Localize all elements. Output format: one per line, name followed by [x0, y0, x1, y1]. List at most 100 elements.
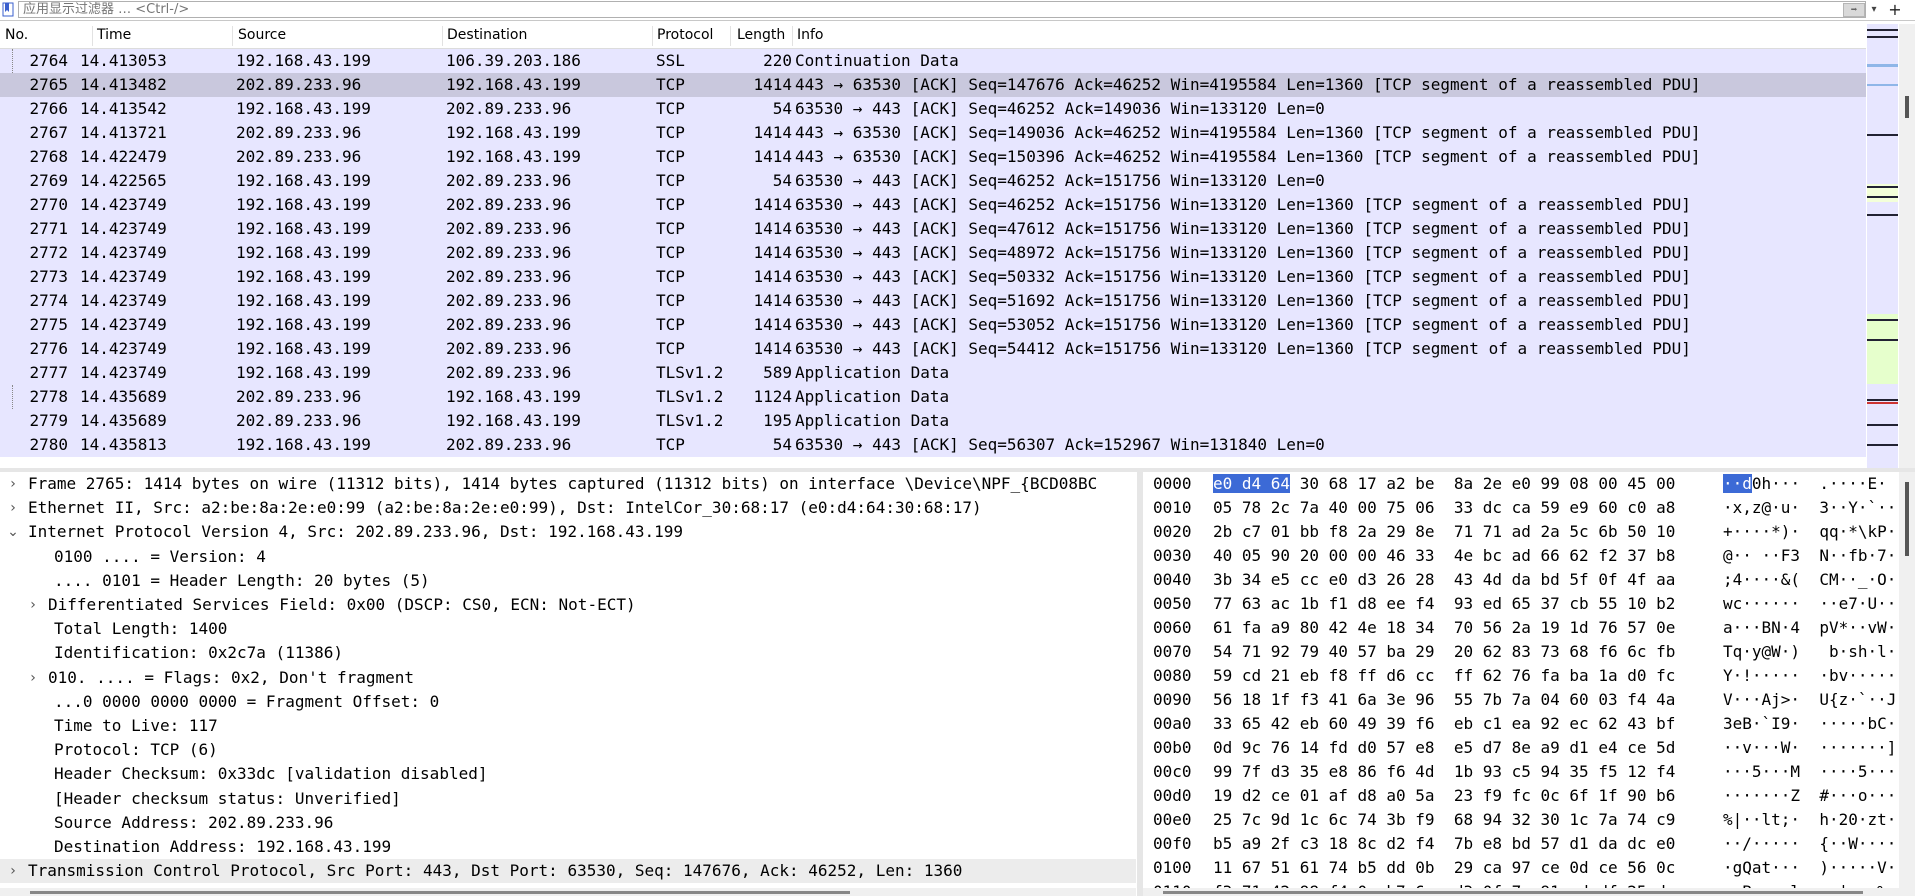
- bookmark-icon[interactable]: [2, 2, 14, 17]
- detail-tree-item[interactable]: ⌄ Internet Protocol Version 4, Src: 202.8…: [0, 520, 1136, 544]
- packet-source: 202.89.233.96: [236, 387, 362, 406]
- detail-tree-item[interactable]: Time to Live: 117: [0, 714, 1136, 738]
- column-header-source[interactable]: Source: [238, 27, 286, 43]
- scrollbar-thumb[interactable]: [1905, 96, 1909, 118]
- bytes-row[interactable]: 0040 3b 34 e5 cc e0 d3 26 28 43 4d da bd …: [1143, 568, 1899, 592]
- packet-row[interactable]: 2770 14.423749 192.168.43.199 202.89.233.96…: [0, 193, 1866, 217]
- detail-tree-label: Ethernet II, Src: a2:be:8a:2e:e0:99 (a2:…: [28, 498, 982, 518]
- bytes-row[interactable]: 00f0 b5 a9 2f c3 18 8c d2 f4 7b e8 bd 57 …: [1143, 832, 1899, 856]
- packet-row[interactable]: 2776 14.423749 192.168.43.199 202.89.233.96…: [0, 337, 1866, 361]
- packet-row[interactable]: 2771 14.423749 192.168.43.199 202.89.233.96…: [0, 217, 1866, 241]
- expanded-arrow-icon[interactable]: ⌄: [6, 520, 20, 544]
- bytes-row[interactable]: 0010 05 78 2c 7a 40 00 75 06 33 dc ca 59 …: [1143, 496, 1899, 520]
- packet-no: 2778: [29, 387, 68, 406]
- detail-tree-item[interactable]: 0100 .... = Version: 4: [0, 545, 1136, 569]
- detail-tree-item[interactable]: › Transmission Control Protocol, Src Port…: [0, 859, 1136, 884]
- bytes-row[interactable]: 0060 61 fa a9 80 42 4e 18 34 70 56 2a 19 …: [1143, 616, 1899, 640]
- detail-tree-label: Total Length: 1400: [54, 619, 228, 639]
- packet-row[interactable]: 2766 14.413542 192.168.43.199 202.89.233.96…: [0, 97, 1866, 121]
- collapsed-arrow-icon[interactable]: ›: [6, 472, 20, 496]
- bytes-row[interactable]: 00e0 25 7c 9d 1c 6c 74 3b f9 68 94 32 30 …: [1143, 808, 1899, 832]
- column-header-protocol[interactable]: Protocol: [657, 27, 713, 43]
- packet-row[interactable]: 2769 14.422565 192.168.43.199 202.89.233.96…: [0, 169, 1866, 193]
- collapsed-arrow-icon[interactable]: ›: [26, 593, 40, 617]
- packet-row[interactable]: 2768 14.422479 202.89.233.96 192.168.43.199…: [0, 145, 1866, 169]
- packet-row[interactable]: 2764 14.413053 192.168.43.199 106.39.203.18…: [0, 49, 1866, 73]
- byte-hex: 40 05 90 20 00 00 46 33 4e bc ad 66 62 f…: [1213, 546, 1676, 565]
- column-header-destination[interactable]: Destination: [447, 27, 527, 43]
- packet-info: 443 → 63530 [ACK] Seq=150396 Ack=46252 W…: [795, 147, 1701, 166]
- detail-tree-item[interactable]: Destination Address: 192.168.43.199: [0, 835, 1136, 859]
- packet-info: 63530 → 443 [ACK] Seq=46252 Ack=151756 W…: [795, 195, 1691, 214]
- packet-row[interactable]: 2778 14.435689 202.89.233.96 192.168.43.199…: [0, 385, 1866, 409]
- byte-offset: 0070: [1153, 642, 1192, 661]
- detail-tree-item[interactable]: ...0 0000 0000 0000 = Fragment Offset: 0: [0, 690, 1136, 714]
- packet-minimap[interactable]: [1867, 24, 1898, 468]
- packet-row[interactable]: 2773 14.423749 192.168.43.199 202.89.233.96…: [0, 265, 1866, 289]
- column-header-length[interactable]: Length: [737, 27, 785, 43]
- bytes-row[interactable]: 0030 40 05 90 20 00 00 46 33 4e bc ad 66 …: [1143, 544, 1899, 568]
- packet-info: Application Data: [795, 363, 950, 382]
- detail-tree-item[interactable]: › Ethernet II, Src: a2:be:8a:2e:e0:99 (a2…: [0, 496, 1136, 520]
- packet-source: 192.168.43.199: [236, 219, 371, 238]
- bytes-row[interactable]: 0050 77 63 ac 1b f1 d8 ee f4 93 ed 65 37 …: [1143, 592, 1899, 616]
- detail-tree-item[interactable]: Header Checksum: 0x33dc [validation disa…: [0, 762, 1136, 786]
- column-header-info[interactable]: Info: [797, 27, 824, 43]
- bytes-row[interactable]: 00b0 0d 9c 76 14 fd d0 57 e8 e5 d7 8e a9 …: [1143, 736, 1899, 760]
- packet-info: 63530 → 443 [ACK] Seq=50332 Ack=151756 W…: [795, 267, 1691, 286]
- detail-tree-item[interactable]: › 010. .... = Flags: 0x2, Don't fragment: [0, 666, 1136, 690]
- bytes-row[interactable]: 00c0 99 7f d3 35 e8 86 f6 4d 1b 93 c5 94 …: [1143, 760, 1899, 784]
- packet-row[interactable]: 2780 14.435813 192.168.43.199 202.89.233.96…: [0, 433, 1866, 457]
- packet-time: 14.435813: [80, 435, 167, 454]
- detail-tree-item[interactable]: Source Address: 202.89.233.96: [0, 811, 1136, 835]
- bytes-scrollbar[interactable]: [1899, 472, 1915, 896]
- packet-row[interactable]: 2772 14.423749 192.168.43.199 202.89.233.96…: [0, 241, 1866, 265]
- column-header-no[interactable]: No.: [5, 27, 28, 43]
- packet-source: 202.89.233.96: [236, 147, 362, 166]
- details-hscrollbar[interactable]: [0, 888, 1136, 896]
- detail-tree-item[interactable]: .... 0101 = Header Length: 20 bytes (5): [0, 569, 1136, 593]
- scrollbar-thumb[interactable]: [1163, 891, 1863, 894]
- display-filter-input[interactable]: [18, 1, 1866, 18]
- packet-row[interactable]: 2767 14.413721 202.89.233.96 192.168.43.199…: [0, 121, 1866, 145]
- packet-row[interactable]: 2779 14.435689 202.89.233.96 192.168.43.199…: [0, 409, 1866, 433]
- bytes-row[interactable]: 00d0 19 d2 ce 01 af d8 a0 5a 23 f9 fc 0c …: [1143, 784, 1899, 808]
- byte-hex: 0d 9c 76 14 fd d0 57 e8 e5 d7 8e a9 d1 e…: [1213, 738, 1676, 757]
- scrollbar-thumb[interactable]: [1905, 482, 1909, 556]
- byte-offset: 0060: [1153, 618, 1192, 637]
- collapsed-arrow-icon[interactable]: ›: [6, 859, 20, 883]
- packet-list-scrollbar[interactable]: [1899, 24, 1915, 468]
- packet-source: 192.168.43.199: [236, 195, 371, 214]
- collapsed-arrow-icon[interactable]: ›: [26, 666, 40, 690]
- bytes-row[interactable]: 0020 2b c7 01 bb f8 2a 29 8e 71 71 ad 2a …: [1143, 520, 1899, 544]
- detail-tree-item[interactable]: Identification: 0x2c7a (11386): [0, 641, 1136, 665]
- bytes-row[interactable]: 0080 59 cd 21 eb f8 ff d6 cc ff 62 76 fa …: [1143, 664, 1899, 688]
- byte-offset: 00b0: [1153, 738, 1192, 757]
- packet-no: 2769: [29, 171, 68, 190]
- byte-offset: 0080: [1153, 666, 1192, 685]
- bytes-hscrollbar[interactable]: [1143, 888, 1899, 896]
- packet-source: 192.168.43.199: [236, 315, 371, 334]
- apply-filter-button[interactable]: ➡: [1843, 3, 1865, 17]
- detail-tree-item[interactable]: Total Length: 1400: [0, 617, 1136, 641]
- filter-dropdown-button[interactable]: ▾: [1867, 1, 1881, 18]
- packet-length: 220: [763, 51, 792, 70]
- detail-tree-item[interactable]: › Frame 2765: 1414 bytes on wire (11312 b…: [0, 472, 1136, 496]
- bytes-row[interactable]: 0070 54 71 92 79 40 57 ba 29 20 62 83 73 …: [1143, 640, 1899, 664]
- detail-tree-item[interactable]: › Differentiated Services Field: 0x00 (DS…: [0, 593, 1136, 617]
- column-header-time[interactable]: Time: [97, 27, 131, 43]
- bytes-row[interactable]: 0000 e0 d4 64 30 68 17 a2 be 8a 2e e0 99 …: [1143, 472, 1899, 496]
- bytes-row[interactable]: 0100 11 67 51 61 74 b5 dd 0b 29 ca 97 ce …: [1143, 856, 1899, 880]
- bytes-row[interactable]: 0090 56 18 1f f3 41 6a 3e 96 55 7b 7a 04 …: [1143, 688, 1899, 712]
- packet-row[interactable]: 2777 14.423749 192.168.43.199 202.89.233.96…: [0, 361, 1866, 385]
- add-filter-button[interactable]: +: [1886, 0, 1904, 19]
- packet-row[interactable]: 2774 14.423749 192.168.43.199 202.89.233.96…: [0, 289, 1866, 313]
- packet-row[interactable]: 2775 14.423749 192.168.43.199 202.89.233.96…: [0, 313, 1866, 337]
- detail-tree-item[interactable]: [Header checksum status: Unverified]: [0, 787, 1136, 811]
- bytes-row[interactable]: 00a0 33 65 42 eb 60 49 39 f6 eb c1 ea 92 …: [1143, 712, 1899, 736]
- packet-row[interactable]: 2765 14.413482 202.89.233.96 192.168.43.199…: [0, 73, 1866, 97]
- packet-protocol: TCP: [656, 435, 685, 454]
- scrollbar-thumb[interactable]: [30, 891, 850, 894]
- detail-tree-item[interactable]: Protocol: TCP (6): [0, 738, 1136, 762]
- collapsed-arrow-icon[interactable]: ›: [6, 496, 20, 520]
